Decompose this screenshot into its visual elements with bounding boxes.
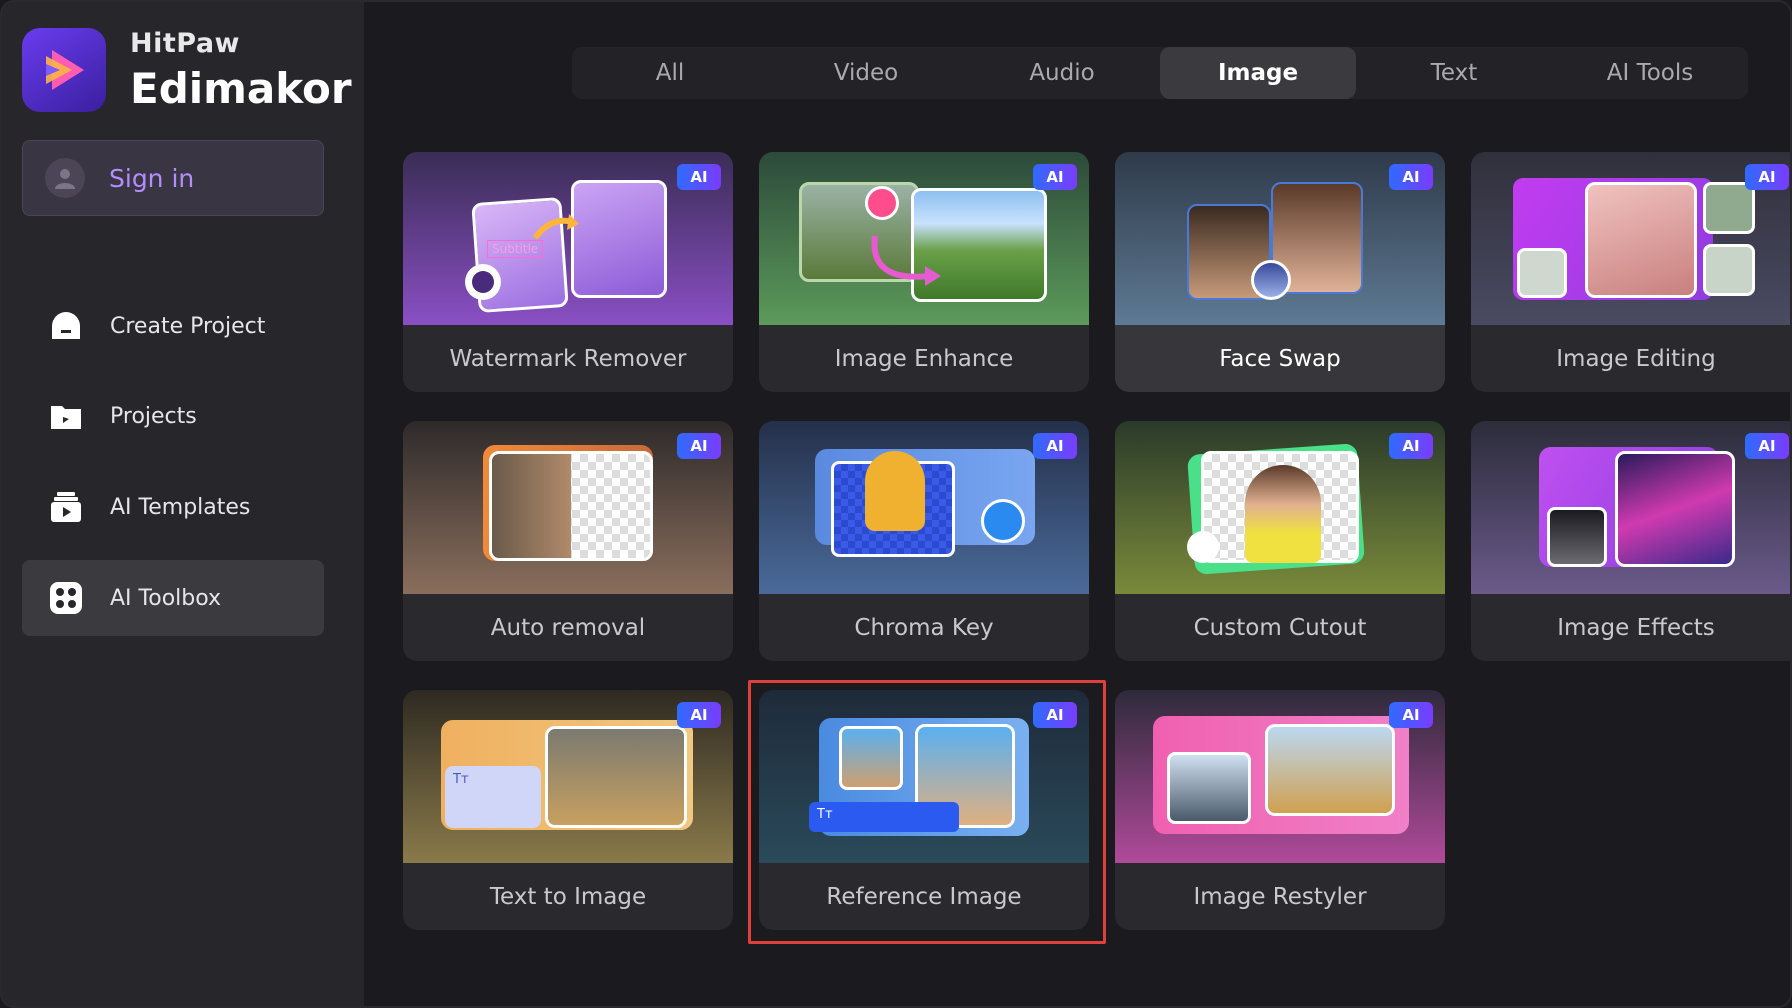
sidebar: HitPaw Edimakor Sign in Create Project P… bbox=[2, 2, 364, 1006]
projects-folder-icon bbox=[48, 398, 84, 434]
arrow-icon bbox=[532, 214, 579, 240]
tool-card-text-to-image[interactable]: Tт AI Text to Image bbox=[403, 690, 733, 930]
ai-badge: AI bbox=[1389, 433, 1433, 459]
tool-card-title: Face Swap bbox=[1219, 345, 1341, 372]
app-logo bbox=[22, 28, 106, 112]
tool-card-image-enhance[interactable]: AI Image Enhance bbox=[759, 152, 1089, 392]
sidebar-item-ai-toolbox[interactable]: AI Toolbox bbox=[22, 560, 324, 636]
tool-card-title: Image Editing bbox=[1556, 345, 1716, 372]
sidebar-item-ai-templates[interactable]: AI Templates bbox=[22, 469, 324, 545]
tool-card-title: Auto removal bbox=[490, 614, 646, 641]
tool-card-reference-image[interactable]: Tт AI Reference Image bbox=[759, 690, 1089, 930]
sidebar-item-create-project[interactable]: Create Project bbox=[22, 288, 324, 364]
app-window: HitPaw Edimakor Sign in Create Project P… bbox=[0, 0, 1792, 1008]
tab-image[interactable]: Image bbox=[1160, 47, 1356, 99]
ai-badge: AI bbox=[1033, 164, 1077, 190]
tool-card-title: Image Restyler bbox=[1193, 883, 1367, 910]
tool-card-face-swap[interactable]: AI Face Swap bbox=[1115, 152, 1445, 392]
magic-wand-icon bbox=[1187, 531, 1219, 563]
brand-name-big: Edimakor bbox=[130, 64, 352, 113]
sign-in-label: Sign in bbox=[109, 163, 195, 193]
tab-all[interactable]: All bbox=[572, 47, 768, 99]
ai-templates-icon bbox=[48, 489, 84, 525]
tab-audio[interactable]: Audio bbox=[964, 47, 1160, 99]
tool-card-title: Chroma Key bbox=[854, 614, 994, 641]
tool-card-title: Image Enhance bbox=[834, 345, 1014, 372]
subtitle-watermark-label: Subtitle bbox=[487, 240, 544, 258]
sidebar-item-label: Projects bbox=[110, 403, 197, 429]
tab-text[interactable]: Text bbox=[1356, 47, 1552, 99]
eyedropper-icon bbox=[981, 499, 1025, 543]
tool-card-auto-removal[interactable]: AI Auto removal bbox=[403, 421, 733, 661]
ai-badge: AI bbox=[1745, 433, 1789, 459]
enhance-icon bbox=[865, 186, 899, 220]
sidebar-item-label: AI Templates bbox=[110, 494, 251, 520]
ai-badge: AI bbox=[1389, 164, 1433, 190]
ai-badge: AI bbox=[677, 702, 721, 728]
tool-card-chroma-key[interactable]: AI Chroma Key bbox=[759, 421, 1089, 661]
tool-card-title: Image Effects bbox=[1557, 614, 1715, 641]
ai-badge: AI bbox=[1745, 164, 1789, 190]
ai-badge: AI bbox=[1389, 702, 1433, 728]
tool-card-custom-cutout[interactable]: AI Custom Cutout bbox=[1115, 421, 1445, 661]
tool-card-title: Reference Image bbox=[826, 883, 1022, 910]
text-prompt-icon: Tт bbox=[445, 766, 541, 828]
user-avatar-icon bbox=[45, 158, 85, 198]
tool-card-title: Custom Cutout bbox=[1193, 614, 1367, 641]
sign-in-button[interactable]: Sign in bbox=[22, 140, 324, 216]
ai-badge: AI bbox=[1033, 433, 1077, 459]
edimakor-logo-icon bbox=[46, 50, 84, 90]
create-project-icon bbox=[48, 308, 84, 344]
tool-card-image-editing[interactable]: AI Image Editing bbox=[1471, 152, 1790, 392]
tool-card-image-restyler[interactable]: AI Image Restyler bbox=[1115, 690, 1445, 930]
sidebar-item-projects[interactable]: Projects bbox=[22, 378, 324, 454]
ai-badge: AI bbox=[1033, 702, 1077, 728]
tool-card-title: Text to Image bbox=[489, 883, 647, 910]
ai-toolbox-icon bbox=[48, 580, 84, 616]
category-tabs: All Video Audio Image Text AI Tools bbox=[572, 47, 1748, 99]
tool-thumbnail bbox=[1471, 152, 1790, 325]
tool-thumbnail bbox=[1471, 421, 1790, 594]
ai-badge: AI bbox=[677, 164, 721, 190]
ai-badge: AI bbox=[677, 433, 721, 459]
sidebar-item-label: Create Project bbox=[110, 313, 266, 339]
tab-ai-tools[interactable]: AI Tools bbox=[1552, 47, 1748, 99]
tool-card-watermark-remover[interactable]: Subtitle AI Watermark Remover bbox=[403, 152, 733, 392]
brand-name-small: HitPaw bbox=[130, 28, 240, 59]
text-prompt-icon: Tт bbox=[809, 802, 959, 832]
tool-card-title: Watermark Remover bbox=[449, 345, 687, 372]
eraser-icon bbox=[465, 264, 501, 300]
tab-video[interactable]: Video bbox=[768, 47, 964, 99]
tool-card-image-effects[interactable]: AI Image Effects bbox=[1471, 421, 1790, 661]
arrow-icon bbox=[871, 235, 941, 286]
sidebar-item-label: AI Toolbox bbox=[110, 585, 222, 611]
